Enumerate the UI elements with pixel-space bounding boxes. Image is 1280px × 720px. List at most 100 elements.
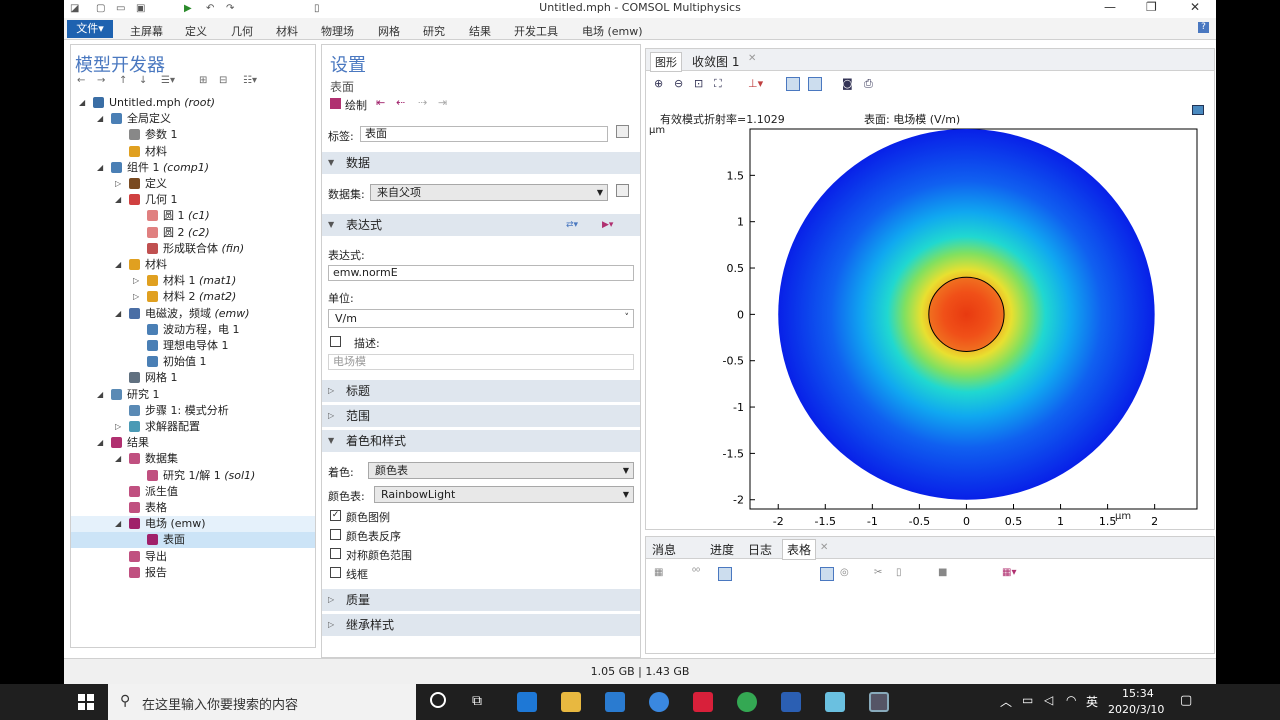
tree-node[interactable]: ▷ 材料 1 (mat1) — [71, 273, 315, 289]
tree-node[interactable]: ◢ 电磁波，频域 (emw) — [71, 306, 315, 322]
plot-button[interactable]: 绘制 — [345, 97, 367, 113]
tree-node[interactable]: 形成联合体 (fin) — [71, 241, 315, 257]
tree-node[interactable]: 报告 — [71, 565, 315, 581]
tab-progress[interactable]: 进度 — [710, 541, 734, 558]
tab-mesh[interactable]: 网格 — [378, 23, 400, 39]
description-checkbox[interactable] — [330, 336, 341, 347]
comsol-taskbar-icon[interactable] — [869, 692, 889, 712]
export-icon[interactable]: ▦▾ — [1002, 567, 1016, 578]
tree-node[interactable]: 参数 1 — [71, 127, 315, 143]
word-icon[interactable] — [781, 692, 801, 712]
collapse-icon[interactable]: ◢ — [97, 111, 103, 127]
collapse-all-icon[interactable]: ⊟ — [219, 75, 227, 86]
tree-node[interactable]: 理想电导体 1 — [71, 338, 315, 354]
tree-node[interactable]: ◢ 组件 1 (comp1) — [71, 160, 315, 176]
minimize-button[interactable]: — — [1104, 0, 1116, 14]
section-data[interactable]: ▼ 数据 — [322, 152, 640, 174]
collapse-icon[interactable]: ◢ — [115, 306, 121, 322]
maximize-button[interactable]: ❐ — [1146, 0, 1157, 14]
tree-node[interactable]: ◢ 结果 — [71, 435, 315, 451]
tree-node[interactable]: 圆 1 (c1) — [71, 208, 315, 224]
colortable-select[interactable]: RainbowLight ▼ — [374, 486, 634, 503]
collapse-icon[interactable]: ◢ — [115, 451, 121, 467]
down-icon[interactable]: ↓ — [139, 75, 147, 86]
mail-icon[interactable] — [605, 692, 625, 712]
tab-results[interactable]: 结果 — [469, 23, 491, 39]
section-title[interactable]: ▷ 标题 — [322, 380, 640, 402]
tree-node[interactable]: 表面 — [71, 532, 315, 549]
precision-icon[interactable]: ⁰⁰ — [692, 567, 700, 578]
dataset-goto-icon[interactable] — [616, 184, 629, 197]
close-table-tab-icon[interactable]: ✕ — [820, 542, 828, 553]
plot-previous-icon[interactable]: ⇠ — [396, 96, 405, 109]
plot-next-icon[interactable]: ⇢ — [418, 96, 427, 109]
field-plot[interactable]: -2 -1.5 -1 -0.5 0 0.5 1 1.5 2 1.5 1 0.5 0 -0.5 -1 -1.5 -… — [646, 49, 1214, 529]
section-range[interactable]: ▷ 范围 — [322, 405, 640, 427]
collapse-icon[interactable]: ◢ — [115, 192, 121, 208]
tree-node[interactable]: ◢ Untitled.mph (root) — [71, 95, 315, 111]
volume-icon[interactable]: ◁ — [1044, 693, 1053, 707]
tab-materials[interactable]: 材料 — [276, 23, 298, 39]
graph-icon[interactable]: ◎ — [840, 567, 849, 578]
battery-icon[interactable]: ▭ — [1022, 693, 1033, 707]
back-icon[interactable]: ← — [77, 75, 85, 86]
collapse-icon[interactable]: ◢ — [115, 516, 121, 532]
table-view-icon[interactable] — [820, 567, 834, 581]
task-view-icon[interactable]: ⧉ — [472, 693, 482, 709]
tab-geometry[interactable]: 几何 — [231, 23, 253, 39]
tree-node[interactable]: ▷ 求解器配置 — [71, 419, 315, 435]
auto-precision-icon[interactable] — [718, 567, 732, 581]
clock-time[interactable]: 15:34 — [1122, 687, 1154, 700]
notifications-icon[interactable]: ▢ — [1180, 693, 1192, 708]
section-quality[interactable]: ▷ 质量 — [322, 589, 640, 611]
help-icon[interactable]: ? — [1198, 22, 1209, 33]
tree-node[interactable]: 圆 2 (c2) — [71, 225, 315, 241]
tag-field[interactable]: 表面 — [360, 126, 608, 142]
collapse-icon[interactable]: ◢ — [79, 95, 85, 111]
chrome-icon[interactable] — [737, 692, 757, 712]
close-button[interactable]: ✕ — [1190, 0, 1200, 14]
collapse-icon[interactable]: ◢ — [97, 387, 103, 403]
expand-all-icon[interactable]: ⊞ — [199, 75, 207, 86]
table-format-icon[interactable]: ▦ — [654, 567, 663, 578]
tree-node[interactable]: 派生值 — [71, 484, 315, 500]
collapse-icon[interactable]: ◢ — [97, 160, 103, 176]
clock-app-icon[interactable] — [649, 692, 669, 712]
tree-node[interactable]: ◢ 研究 1 — [71, 387, 315, 403]
clear-icon[interactable]: ▯ — [896, 567, 902, 578]
edge-icon[interactable] — [517, 692, 537, 712]
tree-node[interactable]: 网格 1 — [71, 370, 315, 386]
expression-field[interactable]: emw.normE — [328, 265, 634, 281]
section-coloring[interactable]: ▼ 着色和样式 — [322, 430, 640, 452]
tree-node[interactable]: ▷ 定义 — [71, 176, 315, 192]
cortana-icon[interactable] — [430, 692, 446, 708]
tree-node[interactable]: ▷ 材料 2 (mat2) — [71, 289, 315, 305]
expand-icon[interactable]: ▷ — [133, 273, 139, 289]
tab-messages[interactable]: 消息 — [652, 541, 676, 558]
tab-table[interactable]: 表格 — [782, 539, 817, 560]
ime-indicator[interactable]: 英 — [1086, 693, 1098, 710]
tree-node[interactable]: 表格 — [71, 500, 315, 516]
forward-icon[interactable]: → — [97, 75, 105, 86]
tree-node[interactable]: ◢ 数据集 — [71, 451, 315, 467]
tree-node[interactable]: ◢ 材料 — [71, 257, 315, 273]
tree-node[interactable]: 材料 — [71, 144, 315, 160]
tab-developer[interactable]: 开发工具 — [514, 23, 558, 39]
tab-electric-field[interactable]: 电场 (emw) — [582, 23, 643, 39]
tab-study[interactable]: 研究 — [423, 23, 445, 39]
wireframe-checkbox[interactable] — [330, 567, 341, 578]
collapse-icon[interactable]: ◢ — [97, 435, 103, 451]
replace-expression-icon[interactable]: ⇄▾ — [566, 214, 578, 236]
tab-log[interactable]: 日志 — [748, 541, 772, 558]
up-icon[interactable]: ↑ — [119, 75, 127, 86]
app-icon[interactable] — [825, 692, 845, 712]
network-icon[interactable]: ◠ — [1066, 693, 1076, 707]
view-options-icon[interactable]: ☷▾ — [243, 75, 257, 86]
expand-icon[interactable]: ▷ — [133, 289, 139, 305]
expand-icon[interactable]: ▷ — [115, 176, 121, 192]
file-menu-button[interactable]: 文件▾ — [67, 20, 113, 38]
tree-node[interactable]: 研究 1/解 1 (sol1) — [71, 468, 315, 484]
expand-icon[interactable]: ▷ — [115, 419, 121, 435]
dataset-select[interactable]: 来自父项 ▼ — [370, 184, 608, 201]
tree-node[interactable]: 波动方程，电 1 — [71, 322, 315, 338]
